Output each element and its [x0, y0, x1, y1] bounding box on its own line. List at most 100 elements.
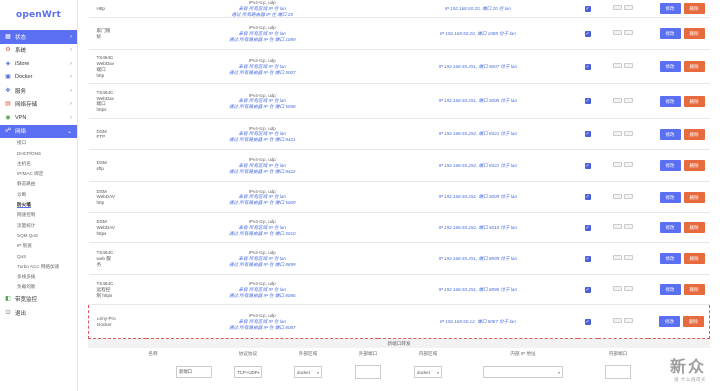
nav-item-store[interactable]: ◈ iStore › [0, 57, 77, 71]
rule-name: TS464C WebDav 端口 https [88, 83, 147, 120]
edit-button[interactable]: 修改 [659, 253, 681, 265]
move-up-button[interactable] [612, 224, 622, 230]
nav-item-services[interactable]: ❖ 服务 › [0, 84, 77, 98]
enable-checkbox[interactable]: ✓ [584, 318, 591, 325]
edit-button[interactable]: 修改 [659, 284, 681, 296]
internal-port-input[interactable] [605, 365, 631, 379]
nav-item-vpn[interactable]: ◉ VPN › [0, 111, 77, 125]
app-logo[interactable]: openWrt [0, 0, 77, 30]
move-up-button[interactable] [612, 286, 622, 292]
move-up-button[interactable] [612, 162, 622, 168]
delete-button[interactable]: 删除 [683, 316, 704, 328]
protocol-select[interactable]: TCP+UDP [234, 366, 262, 378]
move-up-button[interactable] [612, 97, 622, 103]
move-up-button[interactable] [612, 193, 622, 199]
enable-checkbox[interactable]: ✓ [584, 255, 591, 262]
delete-button[interactable]: 删除 [683, 284, 705, 296]
submenu-item[interactable]: Turbo ACC 网络加速 [0, 262, 77, 272]
delete-button[interactable]: 删除 [683, 253, 705, 265]
rule-action: IP 192.168.50.12, 端口 8087 位于 lan [377, 304, 578, 340]
move-down-button[interactable] [623, 193, 633, 199]
enable-checkbox[interactable]: ✓ [584, 98, 591, 105]
move-down-button[interactable] [623, 5, 633, 11]
nav-item-label: 网络 [15, 129, 27, 136]
nav-item-status[interactable]: ▦ 状态 › [0, 30, 77, 44]
move-up-button[interactable] [612, 318, 622, 324]
enable-checkbox[interactable]: ✓ [584, 194, 591, 201]
nav-item-network[interactable]: ☍ 网络 ⌄ [0, 124, 77, 138]
move-up-button[interactable] [612, 130, 622, 136]
enable-checkbox[interactable]: ✓ [584, 131, 591, 138]
submenu-item[interactable]: 流量统计 [0, 220, 77, 230]
submenu-item[interactable]: IP 限速 [0, 241, 77, 251]
nav-item-system[interactable]: ⚙ 系统 › [0, 44, 77, 58]
delete-button[interactable]: 删除 [683, 61, 705, 73]
move-up-button[interactable] [612, 255, 622, 261]
delete-button[interactable]: 删除 [683, 128, 705, 140]
move-up-button[interactable] [612, 5, 622, 11]
submenu-item[interactable]: 接口 [0, 138, 77, 148]
submenu-item[interactable]: DHCP/DNS [0, 148, 77, 158]
rule-sort-cell [597, 304, 648, 340]
rule-enable-cell: ✓ [577, 49, 598, 85]
delete-button[interactable]: 删除 [683, 191, 705, 203]
submenu-item[interactable]: 防火墙 [0, 200, 77, 210]
internal-zone-select[interactable]: docker [414, 366, 442, 378]
edit-button[interactable]: 修改 [659, 191, 681, 203]
edit-button[interactable]: 修改 [659, 222, 681, 234]
nav-item-logout[interactable]: ⏻ 退出 [0, 306, 77, 320]
move-down-button[interactable] [623, 286, 633, 292]
edit-button[interactable]: 修改 [659, 316, 680, 328]
submenu-item[interactable]: 静态路由 [0, 179, 77, 189]
enable-checkbox[interactable]: ✓ [584, 63, 591, 70]
move-down-button[interactable] [623, 224, 633, 230]
edit-button[interactable]: 修改 [659, 128, 681, 140]
rule-action: IP 192.168.50.20, 端口 20 在 lan [377, 0, 578, 19]
move-up-button[interactable] [612, 63, 622, 69]
enable-checkbox[interactable]: ✓ [584, 30, 591, 37]
submenu-item[interactable]: 诊断 [0, 189, 77, 199]
bottom-nav: ◧ 带宽监控 ⏻ 退出 [0, 292, 77, 319]
enable-checkbox[interactable]: ✓ [584, 5, 591, 12]
edit-button[interactable]: 修改 [659, 28, 681, 40]
submenu-item[interactable]: IP/MAC 绑定 [0, 169, 77, 179]
move-down-button[interactable] [623, 162, 633, 168]
edit-button[interactable]: 修改 [659, 3, 681, 15]
rule-enable-cell: ✓ [577, 17, 598, 51]
enable-checkbox[interactable]: ✓ [584, 224, 591, 231]
enable-checkbox[interactable]: ✓ [584, 286, 591, 293]
nav-item-docker[interactable]: ▣ Docker › [0, 71, 77, 85]
edit-button[interactable]: 修改 [659, 160, 681, 172]
submenu-item[interactable]: 网速控制 [0, 210, 77, 220]
delete-button[interactable]: 删除 [683, 3, 705, 15]
move-down-button[interactable] [623, 63, 633, 69]
move-down-button[interactable] [623, 318, 633, 324]
delete-button[interactable]: 删除 [683, 160, 705, 172]
submenu-item[interactable]: 负载均衡 [0, 282, 77, 292]
new-name-input[interactable]: 新端口 [176, 366, 212, 378]
move-up-button[interactable] [612, 30, 622, 36]
delete-button[interactable]: 删除 [683, 28, 705, 40]
delete-button[interactable]: 删除 [683, 222, 705, 234]
edit-button[interactable]: 修改 [659, 95, 681, 107]
chevron-right-icon: › [70, 87, 72, 94]
submenu-item[interactable]: 多线多拨 [0, 272, 77, 282]
nav-item-storage[interactable]: ▤ 网络存储 › [0, 98, 77, 112]
internal-ip-select[interactable] [483, 366, 563, 378]
enable-checkbox[interactable]: ✓ [584, 162, 591, 169]
delete-button[interactable]: 删除 [683, 95, 705, 107]
move-down-button[interactable] [623, 97, 633, 103]
move-down-button[interactable] [623, 130, 633, 136]
rule-match: IPv4-tcp, udp 来自 所有区域 IP 在 lan 通过 所有路由器 IP… [146, 83, 378, 120]
external-port-input[interactable] [355, 365, 381, 379]
edit-button[interactable]: 修改 [659, 61, 681, 73]
external-zone-select[interactable]: docker [294, 366, 322, 378]
nav-item-label: iStore [15, 60, 30, 67]
move-down-button[interactable] [623, 255, 633, 261]
nav-item-bandwidth[interactable]: ◧ 带宽监控 [0, 292, 77, 306]
table-row: DSM WebDAV https IPv4-tcp, udp 来自 所有区域 IP 在 … [88, 212, 710, 244]
submenu-item[interactable]: SQM QoS [0, 231, 77, 241]
submenu-item[interactable]: 主机名 [0, 159, 77, 169]
submenu-item[interactable]: QoS [0, 251, 77, 261]
move-down-button[interactable] [623, 30, 633, 36]
